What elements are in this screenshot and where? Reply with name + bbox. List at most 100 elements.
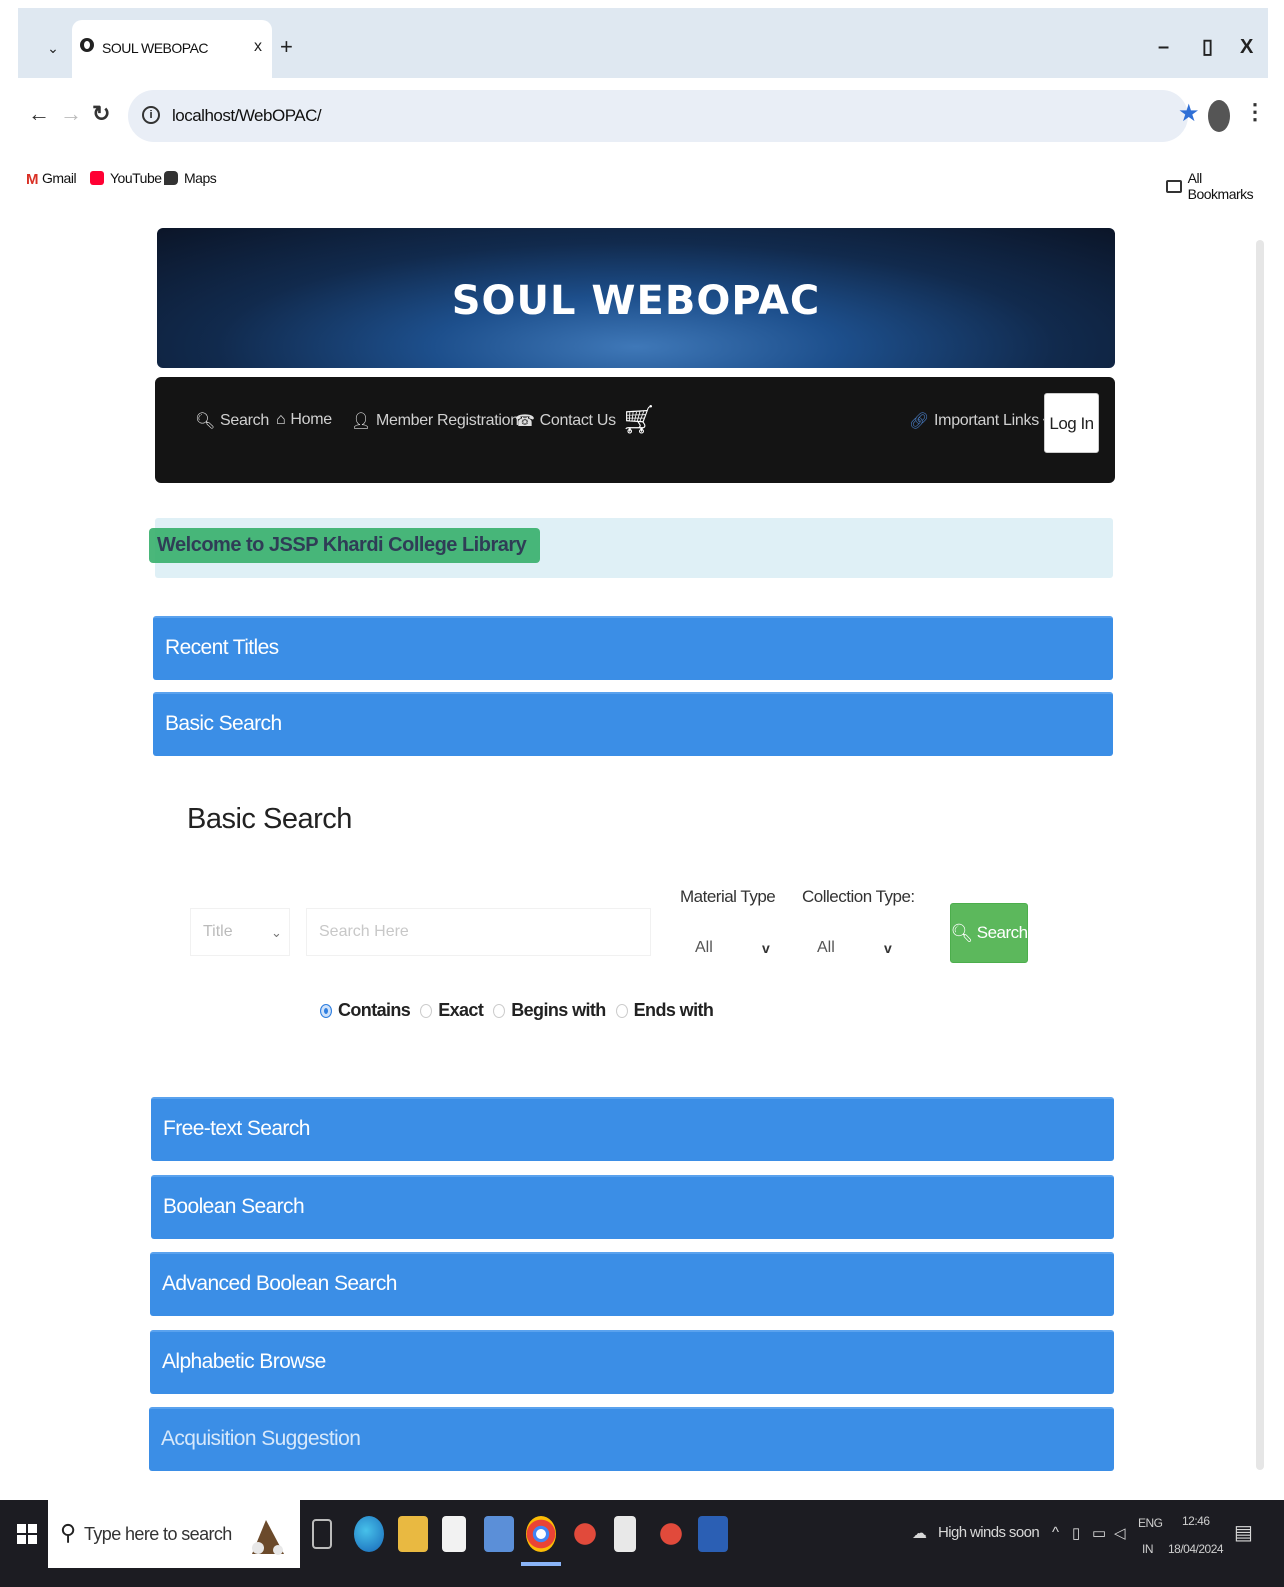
battery-icon[interactable]: ▯ xyxy=(1072,1524,1080,1542)
globe-icon xyxy=(80,38,94,52)
browser-tab-strip: ⌄ SOUL WEBOPAC x + – ▯ X xyxy=(18,8,1268,78)
gmail-icon: M xyxy=(26,171,39,188)
collection-type-select[interactable]: All v xyxy=(802,925,897,969)
panel-free-text-search[interactable]: Free-text Search xyxy=(151,1097,1114,1161)
link-icon: 🔗︎ xyxy=(909,413,930,430)
clock-time[interactable]: 12:46 xyxy=(1182,1514,1210,1528)
mail-icon[interactable] xyxy=(484,1516,514,1552)
cart-icon[interactable]: 🛒︎ xyxy=(621,403,657,436)
panel-alphabetic-browse[interactable]: Alphabetic Browse xyxy=(150,1330,1114,1394)
radio-label: Ends with xyxy=(633,1000,714,1020)
basic-search-heading: Basic Search xyxy=(187,803,352,835)
chevron-down-icon: v xyxy=(884,940,892,956)
tab-close-icon[interactable]: x xyxy=(254,38,262,56)
search-highlight-icon xyxy=(252,1520,284,1555)
soul-app-icon-2[interactable] xyxy=(656,1516,686,1552)
radio-begins-with[interactable] xyxy=(493,1003,506,1018)
url-text: localhost/WebOPAC/ xyxy=(172,106,322,125)
chrome-icon[interactable] xyxy=(526,1516,556,1552)
edge-browser-icon[interactable] xyxy=(354,1516,384,1552)
material-type-select[interactable]: All v xyxy=(680,925,775,969)
radio-contains[interactable] xyxy=(320,1003,332,1018)
bookmark-star-icon[interactable]: ★ xyxy=(1178,102,1200,126)
taskbar-search-box[interactable]: ⚲ Type here to search xyxy=(48,1500,300,1568)
panel-acquisition-suggestion[interactable]: Acquisition Suggestion xyxy=(149,1407,1114,1471)
bookmark-label: Gmail xyxy=(42,170,77,186)
welcome-bar: Welcome to JSSP Khardi College Library xyxy=(149,518,1113,578)
panel-label: Acquisition Suggestion xyxy=(161,1427,361,1450)
bookmark-label: Maps xyxy=(184,170,217,186)
page-scrollbar[interactable] xyxy=(1254,230,1266,1490)
tray-chevron-up-icon[interactable]: ^ xyxy=(1052,1524,1059,1541)
radio-exact[interactable] xyxy=(420,1003,433,1018)
back-arrow-icon[interactable]: ← xyxy=(28,102,50,126)
scrollbar-thumb[interactable] xyxy=(1256,240,1264,1470)
clock-date[interactable]: 18/04/2024 xyxy=(1168,1542,1224,1556)
forward-arrow-icon[interactable]: → xyxy=(60,102,82,126)
search-icon: 🔍︎ xyxy=(195,413,216,430)
home-icon: ⌂ xyxy=(276,411,286,428)
soul-app-icon[interactable] xyxy=(570,1516,600,1552)
site-info-icon[interactable]: i xyxy=(142,106,160,124)
all-bookmarks-label: All Bookmarks xyxy=(1187,170,1254,202)
bookmark-youtube[interactable]: YouTube xyxy=(90,170,162,186)
active-app-indicator xyxy=(521,1562,561,1566)
panel-label: Advanced Boolean Search xyxy=(162,1272,397,1295)
search-field-select[interactable]: Title ⌄ xyxy=(190,908,290,956)
youtube-icon xyxy=(90,171,104,185)
more-menu-icon[interactable]: ⋮ xyxy=(1244,100,1266,124)
close-window-button[interactable]: X xyxy=(1240,36,1253,58)
file-explorer-icon[interactable] xyxy=(398,1516,428,1552)
panel-recent-titles[interactable]: Recent Titles xyxy=(153,616,1113,680)
address-bar[interactable]: i localhost/WebOPAC/ xyxy=(128,90,1188,142)
browser-tab[interactable]: SOUL WEBOPAC x xyxy=(72,20,272,78)
search-button[interactable]: 🔍︎ Search xyxy=(950,903,1028,963)
radio-ends-with[interactable] xyxy=(615,1003,628,1018)
windows-start-icon[interactable] xyxy=(6,1500,48,1568)
nav-contact-us[interactable]: ☎ Contact Us xyxy=(515,411,616,431)
folder-icon xyxy=(1166,179,1182,193)
bookmark-label: YouTube xyxy=(110,170,162,186)
panel-basic-search[interactable]: Basic Search xyxy=(153,692,1113,756)
panel-advanced-boolean-search[interactable]: Advanced Boolean Search xyxy=(150,1252,1114,1316)
store-icon[interactable] xyxy=(442,1516,466,1552)
task-view-icon[interactable] xyxy=(312,1519,332,1549)
search-input[interactable] xyxy=(306,908,651,956)
chevron-down-icon: v xyxy=(762,940,770,956)
nav-label: Search xyxy=(220,412,269,429)
word-icon[interactable] xyxy=(698,1516,728,1552)
all-bookmarks-button[interactable]: All Bookmarks xyxy=(1166,170,1268,202)
search-button-label: Search xyxy=(976,923,1028,942)
volume-icon[interactable]: ◁ xyxy=(1114,1524,1126,1542)
nav-important-links[interactable]: 🔗︎ Important Links ▾ xyxy=(909,411,1048,431)
new-tab-button[interactable]: + xyxy=(280,36,293,58)
search-icon: ⚲ xyxy=(60,1520,77,1545)
login-button[interactable]: Log In xyxy=(1044,393,1099,453)
minimize-button[interactable]: – xyxy=(1158,36,1169,58)
restore-button[interactable]: ▯ xyxy=(1202,36,1213,58)
site-title: SOUL WEBOPAC xyxy=(451,278,821,324)
taskbar-search-placeholder: Type here to search xyxy=(84,1524,232,1544)
profile-avatar-icon[interactable] xyxy=(1208,100,1230,132)
tab-search-button[interactable]: ⌄ xyxy=(38,30,68,66)
nav-home[interactable]: ⌂ Home xyxy=(276,411,332,429)
nav-member-registration[interactable]: 👤︎ Member Registration xyxy=(351,411,519,431)
panel-boolean-search[interactable]: Boolean Search xyxy=(151,1175,1114,1239)
search-icon: 🔍︎ xyxy=(950,922,973,943)
reload-icon[interactable]: ↻ xyxy=(92,102,110,126)
radio-label: Contains xyxy=(338,1000,411,1020)
weather-icon[interactable]: ☁ xyxy=(912,1524,927,1542)
collection-type-value: All xyxy=(817,939,835,956)
bookmark-gmail[interactable]: M Gmail xyxy=(26,170,77,188)
panel-label: Recent Titles xyxy=(165,636,279,659)
bookmarks-bar: M Gmail YouTube Maps All Bookmarks xyxy=(18,158,1268,204)
nav-search[interactable]: 🔍︎ Search xyxy=(195,411,269,431)
collection-type-label: Collection Type: xyxy=(802,887,915,906)
document-app-icon[interactable] xyxy=(614,1516,636,1552)
bookmark-maps[interactable]: Maps xyxy=(164,170,217,186)
notification-icon[interactable]: ▤ xyxy=(1234,1520,1253,1545)
language-indicator[interactable]: ENG xyxy=(1138,1516,1163,1530)
network-icon[interactable]: ▭ xyxy=(1092,1524,1106,1542)
weather-text[interactable]: High winds soon xyxy=(938,1524,1040,1541)
nav-label: Member Registration xyxy=(376,412,519,429)
